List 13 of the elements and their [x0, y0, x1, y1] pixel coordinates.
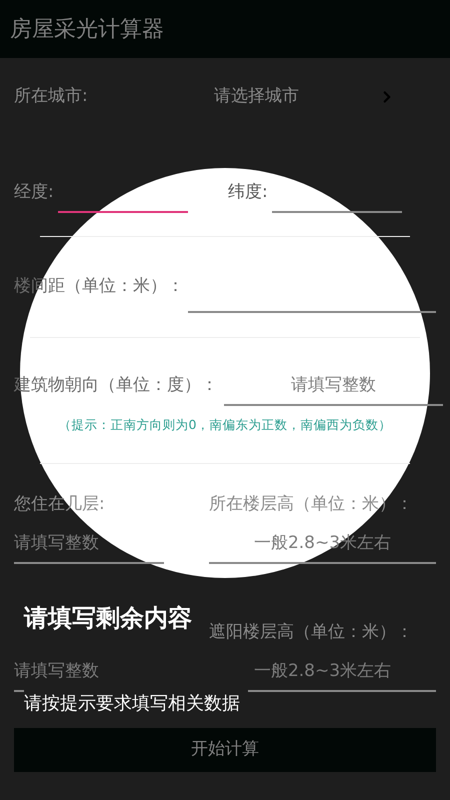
orientation-hint: （提示：正南方向则为0，南偏东为正数，南偏西为负数）	[58, 416, 392, 434]
city-value: 请选择城市	[214, 85, 300, 108]
input-field[interactable]: 一般2.8~3米左右	[209, 528, 436, 564]
app-title: 房屋采光计算器	[10, 16, 164, 44]
floor-label: 您住在几层:	[14, 493, 106, 516]
input-field[interactable]: 请填写整数	[14, 528, 164, 564]
calculate-button[interactable]: 开始计算	[14, 728, 436, 772]
coordinate-label: 纬度:	[228, 180, 268, 204]
city-selector[interactable]: 所在城市: 请选择城市	[0, 58, 450, 136]
input-field[interactable]: 请填写整数	[224, 370, 443, 406]
height-label: 遮阳楼层高（单位：米）：	[209, 621, 414, 644]
city-label: 所在城市:	[14, 85, 89, 108]
coordinate-label: 经度:	[14, 180, 54, 204]
